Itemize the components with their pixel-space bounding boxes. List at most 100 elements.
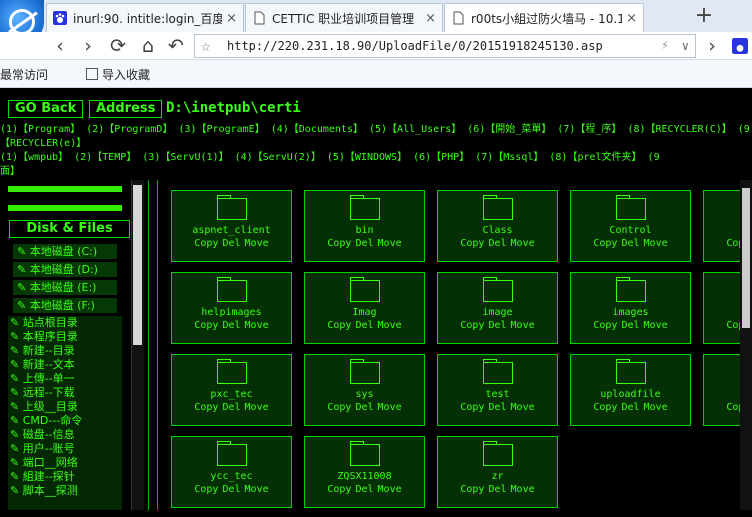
bookmark-import[interactable]: 导入收藏 bbox=[86, 66, 150, 83]
folder-card[interactable]: bin Copy Del Move bbox=[304, 190, 425, 262]
menu-item[interactable]: ✎ 磁盘--信息 bbox=[8, 428, 122, 442]
copy-link[interactable]: Copy bbox=[194, 320, 218, 331]
copy-link[interactable]: Copy bbox=[460, 320, 484, 331]
del-link[interactable]: Del bbox=[355, 320, 373, 331]
undo-button[interactable]: ↶ bbox=[164, 34, 188, 58]
folder-card[interactable]: Imag Copy Del Move bbox=[304, 272, 425, 344]
del-link[interactable]: Del bbox=[621, 238, 639, 249]
menu-item[interactable]: ✎ 远程--下载 bbox=[8, 386, 122, 400]
folder-card[interactable]: Class Copy Del Move bbox=[437, 190, 558, 262]
folder-card[interactable]: aspnet_client Copy Del Move bbox=[171, 190, 292, 262]
folder-name[interactable]: Control bbox=[571, 224, 690, 237]
quick-links-row2-wrap[interactable]: 面】 bbox=[0, 165, 20, 178]
tab-cettic[interactable]: CETTIC 职业培训项目管理 × bbox=[245, 3, 443, 32]
del-link[interactable]: Del bbox=[488, 238, 506, 249]
tab-shell[interactable]: r00ts小組过防火墙马 - 10.1 × bbox=[444, 3, 644, 32]
copy-link[interactable]: Copy bbox=[593, 320, 617, 331]
folder-name[interactable]: zr bbox=[438, 470, 557, 483]
folder-name[interactable]: Imag bbox=[305, 306, 424, 319]
folder-name[interactable]: image bbox=[438, 306, 557, 319]
copy-link[interactable]: Copy bbox=[327, 402, 351, 413]
folder-card[interactable]: ZQSX11008 Copy Del Move bbox=[304, 436, 425, 508]
bookmark-most-visited[interactable]: 最常访问 bbox=[0, 66, 48, 83]
move-link[interactable]: Move bbox=[378, 320, 402, 331]
del-link[interactable]: Del bbox=[621, 320, 639, 331]
close-icon[interactable]: × bbox=[425, 11, 436, 26]
folder-name[interactable]: Class bbox=[438, 224, 557, 237]
del-link[interactable]: Del bbox=[621, 402, 639, 413]
folder-name[interactable]: images bbox=[571, 306, 690, 319]
quick-links-row2[interactable]: (1)【wmpub】 (2)【TEMP】 (3)【ServU(1)】 (4)【S… bbox=[0, 151, 660, 164]
folder-card[interactable]: test Copy Del Move bbox=[437, 354, 558, 426]
copy-link[interactable]: Copy bbox=[460, 402, 484, 413]
move-link[interactable]: Move bbox=[644, 402, 668, 413]
menu-item[interactable]: ✎ 組建--探针 bbox=[8, 470, 122, 484]
copy-link[interactable]: Copy bbox=[460, 484, 484, 495]
copy-link[interactable]: Copy bbox=[194, 484, 218, 495]
drive-item[interactable]: ✎ 本地磁盘 (E:) bbox=[13, 280, 117, 295]
tab-baidu[interactable]: inurl:90. intitle:login_百度 × bbox=[46, 3, 244, 32]
address-bar[interactable]: ☆ http://220.231.18.90/UploadFile/0/2015… bbox=[194, 34, 696, 58]
folder-card[interactable]: Control Copy Del Move bbox=[570, 190, 691, 262]
folder-name[interactable]: sys bbox=[305, 388, 424, 401]
move-link[interactable]: Move bbox=[511, 484, 535, 495]
copy-link[interactable]: Copy bbox=[327, 320, 351, 331]
del-link[interactable]: Del bbox=[355, 238, 373, 249]
drive-item[interactable]: ✎ 本地磁盘 (C:) bbox=[13, 244, 117, 259]
folder-name[interactable]: ycc_tec bbox=[172, 470, 291, 483]
folder-card[interactable]: image Copy Del Move bbox=[437, 272, 558, 344]
folder-card[interactable]: zr Copy Del Move bbox=[437, 436, 558, 508]
drive-item[interactable]: ✎ 本地磁盘 (D:) bbox=[13, 262, 117, 277]
address-button[interactable]: Address bbox=[89, 100, 163, 118]
disk-files-button[interactable]: Disk & Files bbox=[9, 220, 130, 238]
next-button[interactable]: › bbox=[700, 34, 724, 58]
menu-item[interactable]: ✎ 新建--文本 bbox=[8, 358, 122, 372]
menu-item[interactable]: ✎ 上傳--单一 bbox=[8, 372, 122, 386]
del-link[interactable]: Del bbox=[222, 238, 240, 249]
folder-card[interactable]: sys Copy Del Move bbox=[304, 354, 425, 426]
move-link[interactable]: Move bbox=[245, 238, 269, 249]
bolt-icon[interactable]: ⚡ bbox=[661, 35, 669, 57]
go-back-button[interactable]: GO Back bbox=[8, 100, 84, 118]
star-icon[interactable]: ☆ bbox=[201, 35, 211, 57]
del-link[interactable]: Del bbox=[488, 320, 506, 331]
menu-item[interactable]: ✎ 端口__网络 bbox=[8, 456, 122, 470]
folder-card[interactable]: helpimages Copy Del Move bbox=[171, 272, 292, 344]
drive-item[interactable]: ✎ 本地磁盘 (F:) bbox=[13, 298, 117, 313]
move-link[interactable]: Move bbox=[511, 320, 535, 331]
reload-button[interactable]: ⟳ bbox=[106, 34, 130, 58]
move-link[interactable]: Move bbox=[378, 238, 402, 249]
folder-card[interactable]: ycc_tec Copy Del Move bbox=[171, 436, 292, 508]
move-link[interactable]: Move bbox=[378, 484, 402, 495]
move-link[interactable]: Move bbox=[378, 402, 402, 413]
del-link[interactable]: Del bbox=[488, 484, 506, 495]
folder-name[interactable]: aspnet_client bbox=[172, 224, 291, 237]
new-tab-button[interactable]: + bbox=[692, 5, 716, 29]
copy-link[interactable]: Copy bbox=[194, 238, 218, 249]
menu-item[interactable]: ✎ 新建--目录 bbox=[8, 344, 122, 358]
home-button[interactable]: ⌂ bbox=[136, 34, 160, 58]
folder-name[interactable]: ZQSX11008 bbox=[305, 470, 424, 483]
folder-name[interactable]: test bbox=[438, 388, 557, 401]
menu-item[interactable]: ✎ 站点根目录 bbox=[8, 316, 122, 330]
paw-icon[interactable] bbox=[728, 34, 752, 58]
chevron-down-icon[interactable]: ∨ bbox=[682, 35, 689, 57]
folder-name[interactable]: pxc_tec bbox=[172, 388, 291, 401]
folder-card[interactable]: uploadfile Copy Del Move bbox=[570, 354, 691, 426]
content-scroll-thumb[interactable] bbox=[742, 188, 750, 328]
folder-name[interactable]: helpimages bbox=[172, 306, 291, 319]
close-icon[interactable]: × bbox=[226, 11, 237, 26]
del-link[interactable]: Del bbox=[222, 402, 240, 413]
move-link[interactable]: Move bbox=[644, 238, 668, 249]
menu-item[interactable]: ✎ 本程序目录 bbox=[8, 330, 122, 344]
copy-link[interactable]: Copy bbox=[194, 402, 218, 413]
folder-name[interactable]: uploadfile bbox=[571, 388, 690, 401]
forward-button[interactable]: › bbox=[76, 34, 100, 58]
menu-item[interactable]: ✎ 脚本__探测 bbox=[8, 484, 122, 498]
copy-link[interactable]: Copy bbox=[327, 238, 351, 249]
menu-item[interactable]: ✎ CMD---命令 bbox=[8, 414, 122, 428]
move-link[interactable]: Move bbox=[511, 402, 535, 413]
del-link[interactable]: Del bbox=[222, 484, 240, 495]
move-link[interactable]: Move bbox=[511, 238, 535, 249]
copy-link[interactable]: Copy bbox=[593, 402, 617, 413]
